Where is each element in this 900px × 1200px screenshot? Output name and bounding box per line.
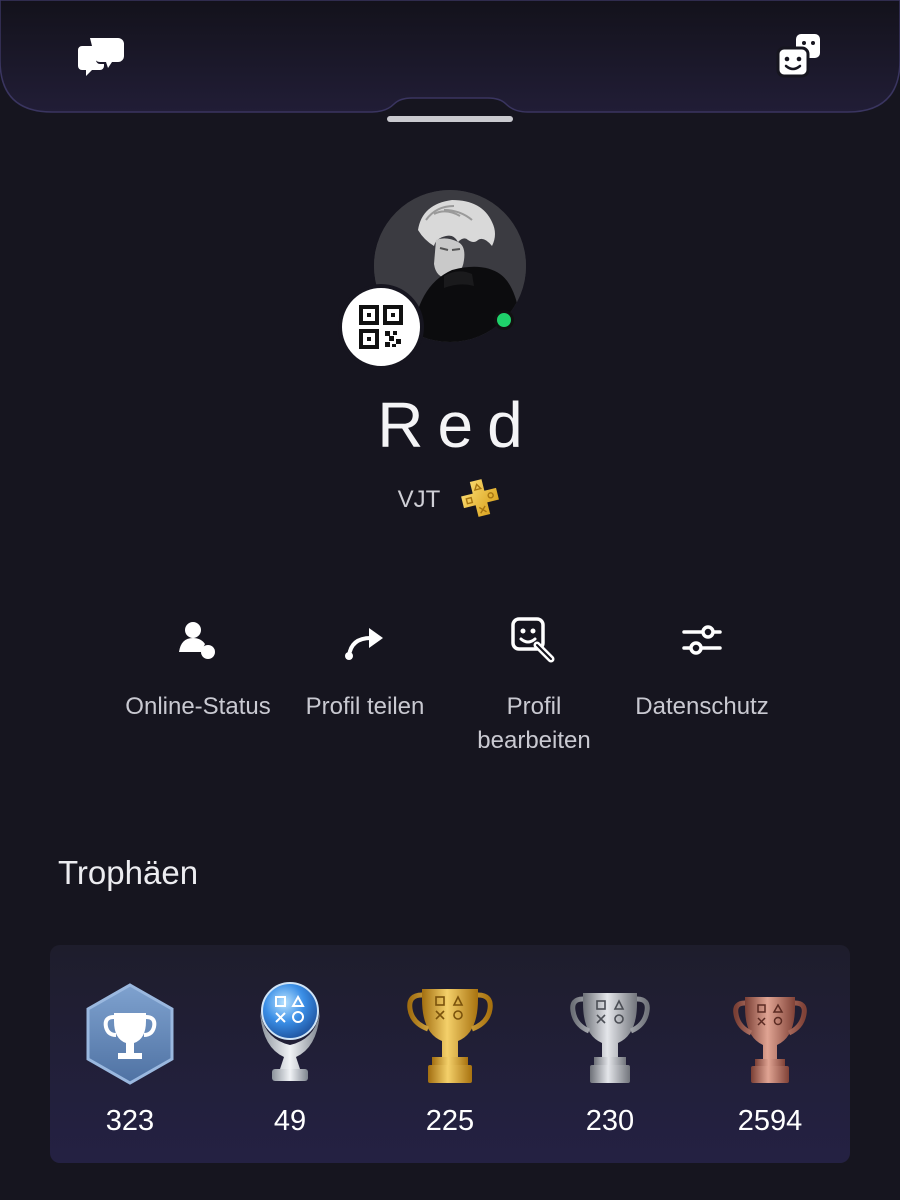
online-id-row: VJT: [0, 478, 900, 522]
online-status-button[interactable]: Online-Status: [108, 612, 288, 724]
online-id: VJT: [397, 486, 441, 513]
ps-plus-icon: [458, 476, 502, 525]
profile-screen: Red VJT Online-Status Profil teilen Prof…: [0, 0, 900, 1200]
privacy-sliders-icon: [612, 612, 792, 668]
trophy-count: 323: [105, 1105, 155, 1137]
trophy-count: 2594: [737, 1105, 803, 1137]
privacy-button[interactable]: Datenschutz: [612, 612, 792, 724]
gold-trophy-icon: [370, 975, 530, 1087]
action-label: Profil bearbeiten: [477, 693, 591, 754]
trophy-silver[interactable]: 230: [530, 975, 690, 1138]
edit-profile-button[interactable]: Profil bearbeiten: [444, 612, 624, 758]
drag-handle[interactable]: [387, 116, 513, 122]
trophy-count: 49: [273, 1105, 307, 1137]
profile-name: Red: [377, 389, 537, 461]
trophy-gold[interactable]: 225: [370, 975, 530, 1138]
online-status-icon: [108, 612, 288, 668]
trophy-summary-card[interactable]: 323 49 225 230 2594: [50, 945, 850, 1163]
trophy-count: 230: [585, 1105, 635, 1137]
qr-code-button[interactable]: [338, 284, 424, 370]
chat-bubbles-icon[interactable]: [76, 32, 126, 78]
trophy-level[interactable]: 323: [50, 975, 210, 1138]
action-label: Profil teilen: [305, 693, 425, 720]
trophy-count: 225: [425, 1105, 475, 1137]
silver-trophy-icon: [530, 975, 690, 1087]
edit-profile-icon: [444, 612, 624, 668]
game-lists-icon[interactable]: [774, 32, 824, 78]
trophy-platinum[interactable]: 49: [210, 975, 370, 1138]
trophies-section-title: Trophäen: [58, 854, 199, 891]
profile-actions: Online-Status Profil teilen Profil bearb…: [0, 612, 900, 772]
trophy-bronze[interactable]: 2594: [690, 975, 850, 1138]
share-profile-button[interactable]: Profil teilen: [275, 612, 455, 724]
trophy-level-icon: [50, 975, 210, 1087]
action-label: Online-Status: [125, 693, 271, 720]
platinum-trophy-icon: [210, 975, 370, 1087]
share-arrow-icon: [275, 612, 455, 668]
bronze-trophy-icon: [690, 975, 850, 1087]
online-status-dot: [494, 310, 514, 330]
top-bar: [0, 0, 900, 122]
qr-code-icon: [359, 305, 403, 349]
action-label: Datenschutz: [635, 693, 769, 720]
